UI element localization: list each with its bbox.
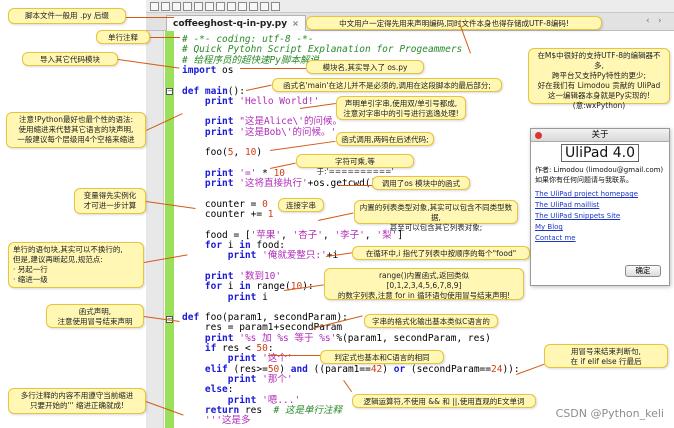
note-function-call: 函式调用,两码在后述代码; [336, 132, 434, 146]
about-feedback: 如果你有任何问题请与我联系。 [535, 176, 633, 184]
note-main-function: 函式名'main'在这儿并不是必须的,调用在这段脚本的最后部分; [272, 78, 502, 92]
new-file-icon[interactable] [150, 1, 159, 11]
copy-icon[interactable] [194, 1, 203, 11]
note-logic-operators: 逻辑运算符,不使用 && 和 ||,使用直观的E文单词 [352, 394, 536, 408]
tab-coffeeghost-file[interactable]: coffeeghost-q-in-py.py × [166, 15, 306, 31]
note-indent: 注意!Python最好也最个性的语法: 使用缩进来代替其它语言的块声明, 一般建… [6, 112, 146, 148]
cut-icon[interactable] [183, 1, 192, 11]
note-module-name: 模块名,其实导入了 os.py [306, 60, 424, 74]
arrow-py-suffix [126, 17, 174, 18]
undo-icon[interactable] [216, 1, 225, 11]
note-for-loop: 在循环中,i 指代了列表中按顺序的每个"food" [352, 246, 530, 260]
note-string-quotes: 声明单引字串,使用双/单引号都成, 注意对字串中的引号进行逃逸处理! [336, 96, 466, 120]
note-range-function: range()内置函式,返回类似 [0,1,2,3,4,5,6,7,8,9] 的… [324, 268, 524, 300]
about-title-bar: 关于 [531, 129, 669, 142]
open-file-icon[interactable] [161, 1, 170, 11]
code-line: import os [182, 64, 234, 76]
code-line: counter += 1 [182, 209, 274, 221]
note-list-type: 内置的列表类型对象,其实可以包含不同类型数据, 甚至可以包含其它列表对象; [354, 200, 518, 232]
line-number-gutter [146, 31, 164, 428]
code-line: print i [227, 291, 268, 303]
save-file-icon[interactable] [172, 1, 181, 11]
fold-toggle-main[interactable]: − [166, 88, 173, 95]
note-import-module: 导入其它代码模块 [22, 52, 118, 66]
arrow-single-comment [150, 37, 180, 38]
link-homepage[interactable]: The UliPad project homepage [531, 189, 669, 200]
link-contact[interactable]: Contact me [531, 233, 669, 244]
note-utf8-encoding: 中文用户一定得先用来声明编码,同时文件本身也得存储成UTF-8编码! [306, 16, 602, 30]
note-multiline-comment: 多行注释的内容不用遵守当前缩进 只要开始的''' 缩进正确就成! [8, 388, 146, 414]
paste-icon[interactable] [205, 1, 214, 11]
ok-button[interactable]: 确定 [625, 265, 661, 277]
note-py-suffix: 脚本文件一般用 .py 后缀 [8, 8, 126, 24]
code-line: foo(5, 10) [182, 147, 263, 159]
note-string-format: 字串的格式化输出基本类似C语言的 [364, 314, 498, 328]
link-maillist[interactable]: The UliPad maillist [531, 200, 669, 211]
editor-toolbar [146, 0, 674, 13]
note-condition: 判定式也基本和C语言的相同 [320, 350, 444, 364]
about-author: 作者: Limodou (limodou@gmail.com) [535, 166, 664, 174]
code-line: print 'Hello World!' [204, 95, 320, 107]
code-line: '''这是多 [182, 415, 251, 427]
about-dialog: 关于 UliPad 4.0 作者: Limodou (limodou@gmail… [530, 128, 670, 286]
note-os-call: 调用了os 模块中的函式 [372, 176, 470, 190]
run-icon[interactable] [260, 1, 269, 11]
tab-next-icon[interactable]: › [658, 16, 662, 26]
arrow-os [340, 185, 372, 186]
note-variable-init: 变量得先实例化 才可进一步计算 [74, 188, 146, 214]
note-string-multiply: 字符可乘,等于:'==========' [296, 154, 414, 176]
watermark: CSDN @Python_keli [555, 407, 664, 420]
note-one-line-block: 单行的语句块,其实可以不换行的, 但是,建议再断起见,规范点: · 另起一行 ·… [8, 242, 144, 288]
note-string-concat: 连接字串 [278, 198, 324, 212]
note-single-comment: 单行注释 [96, 30, 150, 44]
code-line: print '俺就爱整只:'+i [227, 250, 338, 262]
about-app-name: UliPad 4.0 [531, 144, 669, 162]
replace-icon[interactable] [249, 1, 258, 11]
link-snippets[interactable]: The UliPad Snippets Site [531, 211, 669, 222]
note-function-decl: 函式声明, 注意使用冒号结束声明 [46, 304, 144, 328]
close-icon[interactable] [535, 132, 542, 139]
link-blog[interactable]: My Blog [531, 222, 669, 233]
find-icon[interactable] [238, 1, 247, 11]
arrow-condition [268, 355, 320, 356]
note-ulipad: 在M$中很好的支持UTF-8的编辑器不多, 跨平台又支持Py特性的更少; 好在我… [528, 48, 670, 110]
tab-label: coffeeghost-q-in-py.py [173, 18, 288, 29]
settings-icon[interactable] [271, 1, 280, 11]
about-title: 关于 [591, 130, 609, 140]
arrow-module-name [240, 68, 306, 69]
tab-close-icon[interactable]: × [292, 17, 299, 31]
tab-prev-icon[interactable]: ‹ [646, 16, 650, 26]
redo-icon[interactable] [227, 1, 236, 11]
note-colon-branch: 用冒号来结束判断句, 在 if elif else 行最后 [544, 344, 668, 368]
code-line: print '这是Bob\'的问候。' [204, 126, 337, 138]
